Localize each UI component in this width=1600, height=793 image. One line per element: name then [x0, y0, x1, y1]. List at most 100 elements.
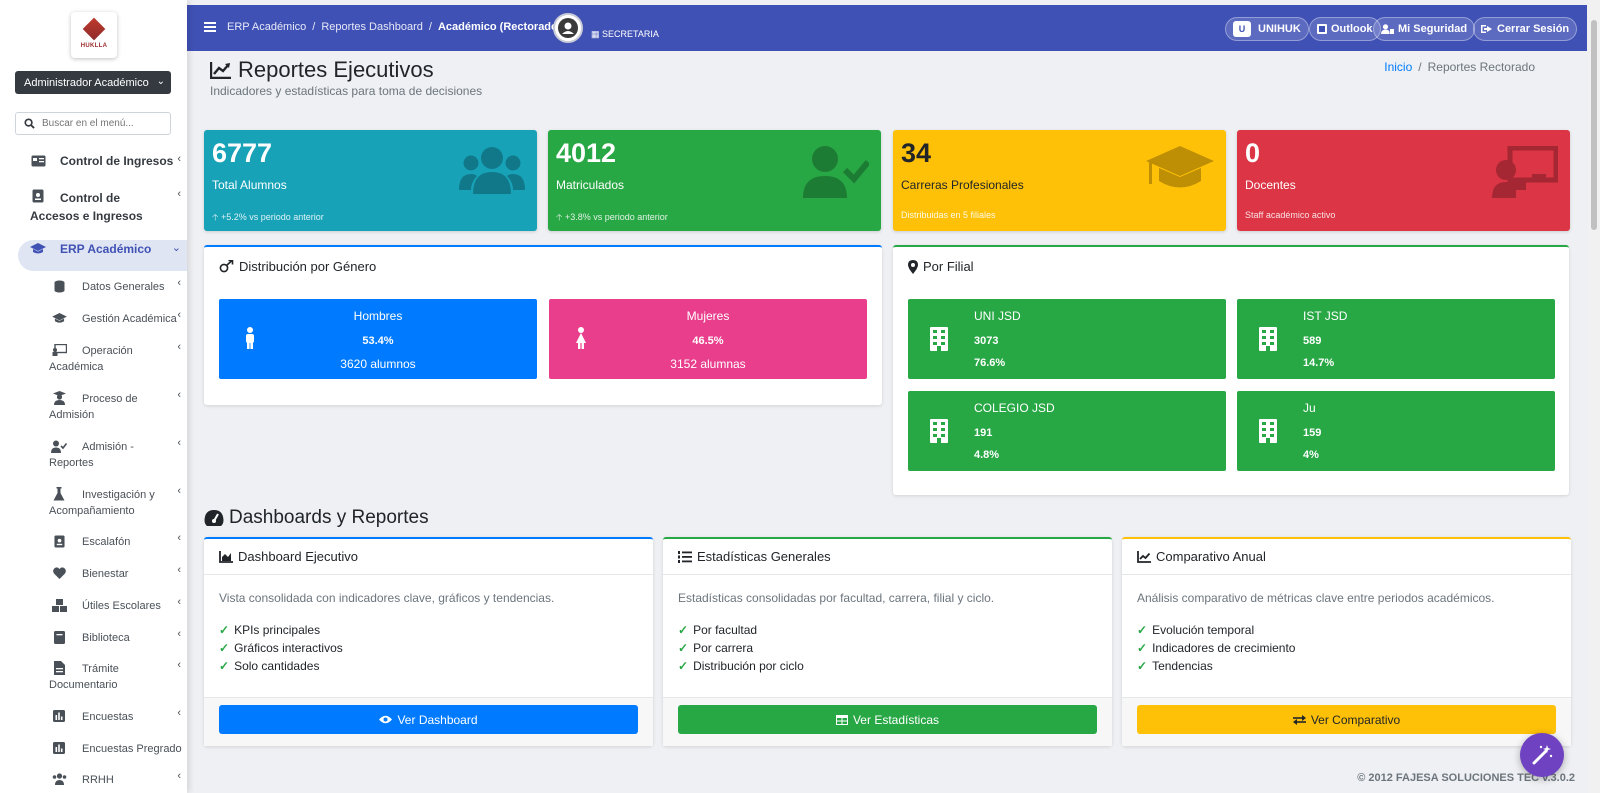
sidebar-item-erp-academico[interactable]: ERP Académico ⌄	[0, 241, 187, 257]
scrollbar-thumb[interactable]	[1591, 20, 1597, 230]
page-scrollbar[interactable]	[1588, 0, 1600, 793]
sidebar-item-gestion-academica[interactable]: Gestión Académica ‹	[0, 309, 187, 327]
sidebar-item-label: Datos Generales	[82, 281, 165, 293]
filial-name: IST JSD	[1303, 309, 1348, 323]
chalkboard-teacher-icon	[1492, 146, 1558, 198]
poll-icon	[51, 741, 67, 755]
filial-panel: Por Filial UNI JSD 3073 76.6% IST JSD 58…	[893, 245, 1569, 495]
sidebar-item-encuestas-pregrado[interactable]: Encuestas Pregrado	[0, 741, 187, 757]
chart-line-icon	[1137, 550, 1151, 563]
search-icon	[16, 118, 42, 129]
sidebar-item-datos-generales[interactable]: Datos Generales ‹	[0, 277, 187, 295]
sidebar-item-tramite[interactable]: Trámite Documentario ‹	[0, 659, 187, 693]
breadcrumb-item[interactable]: Reportes Dashboard	[321, 21, 423, 33]
logout-button[interactable]: Cerrar Sesión	[1473, 17, 1578, 41]
venus-mars-icon	[219, 259, 234, 272]
list-item: ✓ Tendencias	[1137, 659, 1213, 673]
list-item: ✓ Gráficos interactivos	[219, 641, 343, 655]
sidebar-item-control-accesos[interactable]: Control de Accesos e Ingresos ‹	[0, 188, 187, 223]
outlook-button[interactable]: Outlook	[1309, 17, 1381, 41]
logo-cube-icon	[82, 17, 106, 41]
org-selector-button[interactable]: U UNIHUK	[1225, 17, 1309, 41]
breadcrumb-current: Reportes Rectorado	[1427, 60, 1535, 74]
sidebar-item-label: Encuestas	[82, 711, 134, 723]
list-ol-icon	[678, 550, 692, 563]
magic-wand-button[interactable]	[1520, 733, 1564, 777]
sidebar-item-proceso-admision[interactable]: Proceso de Admisión ‹	[0, 389, 187, 423]
stat-value: 4012	[556, 138, 617, 168]
chevron-left-icon: ‹	[177, 153, 181, 165]
boxes-icon	[51, 598, 67, 612]
panel-title: Distribución por Género	[219, 259, 376, 274]
list-item: ✓ Evolución temporal	[1137, 623, 1255, 637]
chart-line-icon	[210, 62, 231, 79]
sidebar-item-utiles[interactable]: Útiles Escolares ‹	[0, 596, 187, 614]
filial-card: UNI JSD 3073 76.6%	[908, 299, 1226, 379]
sidebar-item-label: Encuestas Pregrado	[82, 743, 182, 755]
check-icon: ✓	[1137, 623, 1148, 637]
sidebar-item-escalafon[interactable]: Escalafón ‹	[0, 532, 187, 550]
view-dashboard-button[interactable]: Ver Dashboard	[219, 705, 638, 734]
page-subtitle: Indicadores y estadísticas para toma de …	[210, 84, 483, 98]
sidebar-item-investigacion[interactable]: Investigación y Acompañamiento ‹	[0, 485, 187, 519]
gender-panel: Distribución por Género Hombres 53.4% 36…	[204, 245, 882, 405]
sidebar-item-control-ingresos[interactable]: Control de Ingresos ‹	[0, 153, 187, 169]
user-lock-icon	[1381, 24, 1394, 34]
chevron-left-icon: ‹	[177, 437, 181, 449]
feature-list: ✓ Por facultad ✓ Por carrera ✓ Distribución…	[678, 621, 804, 675]
chevron-left-icon: ‹	[177, 485, 181, 497]
graduation-cap-icon	[30, 242, 46, 256]
filial-percent: 14.7%	[1303, 357, 1335, 369]
filial-count: 191	[974, 427, 993, 439]
chevron-left-icon: ‹	[177, 341, 181, 353]
card-title: Dashboard Ejecutivo	[204, 539, 653, 575]
tachometer-icon	[204, 510, 224, 526]
chevron-down-icon: ⌄	[156, 76, 165, 87]
list-item: ✓ Por carrera	[678, 641, 754, 655]
filial-count: 3073	[974, 335, 999, 347]
stat-footnote: 🡡 +3.8% vs periodo anterior	[556, 212, 668, 222]
chevron-left-icon: ‹	[177, 277, 181, 289]
sidebar-item-bienestar[interactable]: Bienestar ‹	[0, 564, 187, 582]
check-icon: ✓	[219, 623, 230, 637]
card-description: Vista consolidada con indicadores clave,…	[219, 591, 555, 605]
app-logo[interactable]: HUKLLA	[71, 12, 117, 58]
filial-count: 589	[1303, 335, 1322, 347]
security-button[interactable]: Mi Seguridad	[1373, 17, 1476, 41]
view-comparative-button[interactable]: Ver Comparativo	[1137, 705, 1556, 734]
filial-card: Ju 159 4%	[1237, 391, 1555, 471]
org-badge: U	[1233, 21, 1251, 37]
sidebar-item-operacion-academica[interactable]: Operación Académica ‹	[0, 341, 187, 375]
gender-count: 3620 alumnos	[340, 357, 416, 371]
feature-list: ✓ Evolución temporal ✓ Indicadores de crec…	[1137, 621, 1295, 675]
check-icon: ✓	[678, 659, 689, 673]
building-icon	[930, 419, 948, 443]
view-statistics-button[interactable]: Ver Estadísticas	[678, 705, 1097, 734]
list-item: ✓ Indicadores de crecimiento	[1137, 641, 1296, 655]
stat-value: 6777	[212, 138, 273, 168]
role-select[interactable]: Administrador Académico ⌄	[15, 71, 171, 94]
dashboard-card-comparativo: Comparativo Anual Análisis comparativo d…	[1122, 537, 1571, 746]
sidebar-item-admision-reportes[interactable]: Admisión - Reportes ‹	[0, 437, 187, 471]
building-icon	[930, 327, 948, 351]
avatar[interactable]	[553, 13, 583, 43]
sidebar-item-biblioteca[interactable]: Biblioteca ‹	[0, 628, 187, 646]
check-icon: ✓	[1137, 641, 1148, 655]
breadcrumb-item[interactable]: ERP Académico	[227, 21, 306, 33]
card-title: Estadísticas Generales	[663, 539, 1112, 575]
menu-search-input[interactable]	[42, 118, 162, 129]
sidebar-item-rrhh[interactable]: RRHH ‹	[0, 770, 187, 788]
sidebar-item-label: Control de Ingresos	[60, 154, 174, 168]
gender-count: 3152 alumnas	[670, 357, 746, 371]
graduation-cap-icon	[1146, 146, 1214, 188]
chevron-left-icon: ‹	[177, 532, 181, 544]
hamburger-menu-icon[interactable]	[204, 22, 216, 32]
chevron-left-icon: ‹	[177, 309, 181, 321]
panel-title: Por Filial	[908, 259, 974, 274]
card-description: Análisis comparativo de métricas clave e…	[1137, 591, 1495, 605]
sidebar-item-encuestas[interactable]: Encuestas ‹	[0, 707, 187, 725]
menu-search[interactable]	[15, 112, 171, 135]
logo-text: HUKLLA	[80, 43, 108, 49]
gender-percent: 53.4%	[362, 335, 394, 347]
breadcrumb-home-link[interactable]: Inicio	[1384, 60, 1412, 74]
